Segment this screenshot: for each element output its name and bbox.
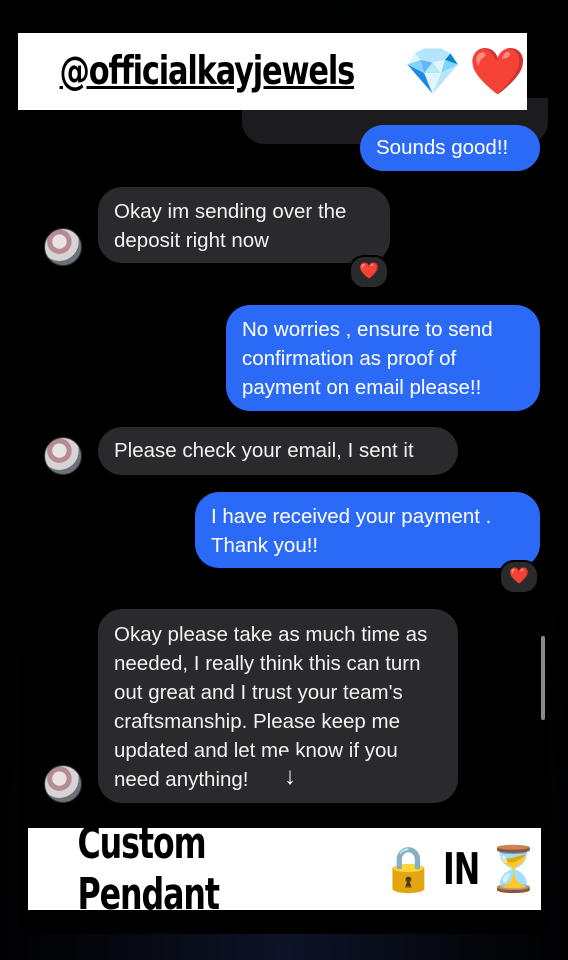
outgoing-message[interactable]: Sounds good!! xyxy=(360,125,540,171)
red-heart-emoji: ❤️ xyxy=(469,45,527,97)
screen: @officialkayjewels 💎 ❤️ Sounds good!! Ok… xyxy=(0,0,568,960)
message-reaction[interactable]: ❤️ xyxy=(499,560,539,594)
scrollbar[interactable] xyxy=(541,636,545,720)
message-text: I have received your payment . Thank you… xyxy=(211,505,492,557)
arrow-down-icon: ↓ xyxy=(284,763,296,790)
message-text: Sounds good!! xyxy=(376,136,509,159)
diamond-emoji: 💎 xyxy=(404,45,462,97)
contact-avatar[interactable] xyxy=(44,228,82,266)
banner-title: Custom Pendant xyxy=(77,818,220,920)
message-text: Please check your email, I sent it xyxy=(114,439,414,462)
outgoing-message[interactable]: I have received your payment . Thank you… xyxy=(195,492,540,568)
message-text: Okay im sending over the deposit right n… xyxy=(114,200,347,252)
lock-emoji: 🔒 xyxy=(381,845,436,894)
scroll-to-bottom-button[interactable]: ↓ xyxy=(267,754,313,800)
instagram-handle: @officialkayjewels xyxy=(59,49,356,94)
contact-avatar[interactable] xyxy=(44,765,82,803)
hourglass-emoji: ⏳ xyxy=(486,845,541,894)
incoming-message[interactable]: Please check your email, I sent it xyxy=(98,427,458,475)
message-text: No worries , ensure to send confirmation… xyxy=(242,318,493,399)
bottom-status-banner: Custom Pendant 🔒 IN ⏳ xyxy=(28,818,541,920)
contact-avatar[interactable] xyxy=(44,437,82,475)
incoming-message[interactable]: Okay im sending over the deposit right n… xyxy=(98,187,390,263)
message-reaction[interactable]: ❤️ xyxy=(349,255,389,289)
heart-reaction-icon: ❤️ xyxy=(509,568,529,585)
top-handle-banner: @officialkayjewels 💎 ❤️ xyxy=(18,33,527,110)
outgoing-message[interactable]: No worries , ensure to send confirmation… xyxy=(226,305,540,411)
heart-reaction-icon: ❤️ xyxy=(359,263,379,280)
banner-status: IN xyxy=(443,843,480,895)
